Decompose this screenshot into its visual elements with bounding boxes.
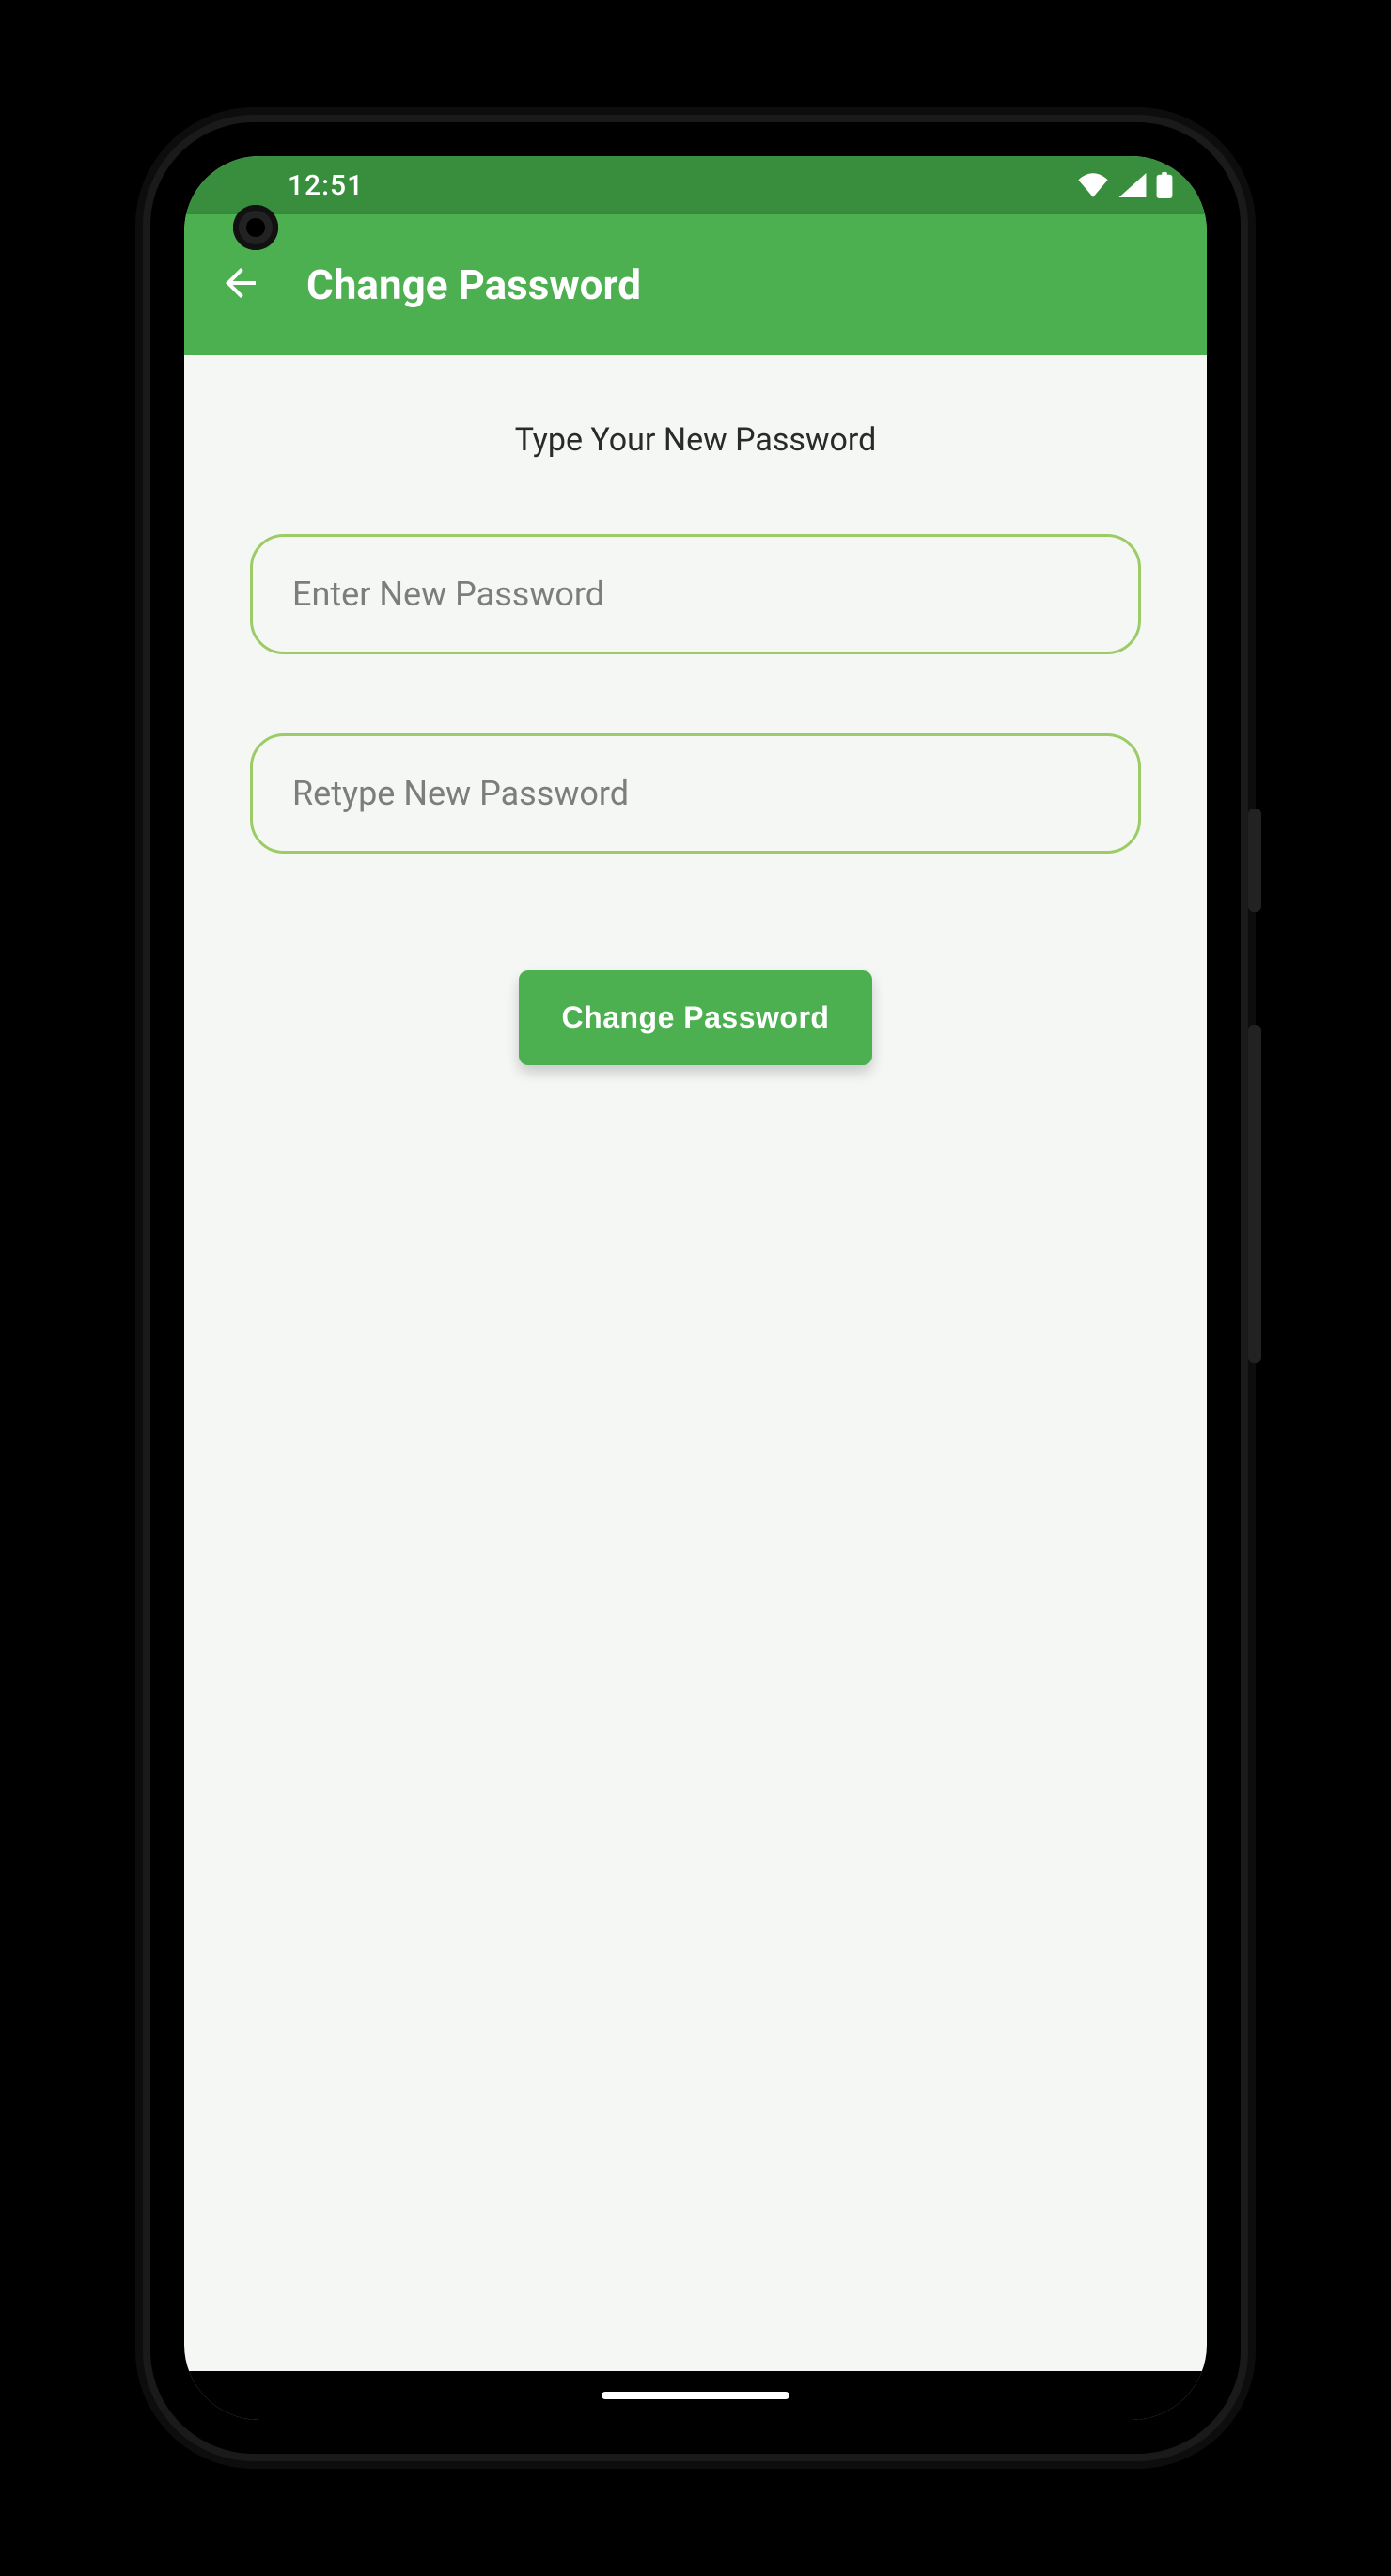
status-bar: 12:51: [184, 156, 1207, 214]
battery-icon: [1156, 172, 1173, 198]
cellular-signal-icon: [1118, 173, 1147, 197]
app-bar: Change Password: [184, 214, 1207, 355]
status-time: 12:51: [288, 169, 364, 202]
change-password-button[interactable]: Change Password: [519, 970, 873, 1065]
app-screen: 12:51 Change Password: [184, 156, 1207, 2420]
wifi-icon: [1077, 173, 1109, 197]
status-icons: [1077, 172, 1173, 198]
page-title: Change Password: [306, 260, 641, 309]
front-camera: [233, 205, 278, 250]
phone-device-frame: 12:51 Change Password: [150, 122, 1241, 2454]
new-password-input[interactable]: [250, 534, 1141, 654]
instruction-text: Type Your New Password: [250, 421, 1141, 459]
retype-password-input[interactable]: [250, 733, 1141, 854]
system-nav-bar: [184, 2371, 1207, 2420]
content-area: Type Your New Password Change Password: [184, 355, 1207, 1065]
volume-button: [1248, 1025, 1261, 1363]
home-indicator[interactable]: [602, 2392, 789, 2399]
arrow-left-icon: [218, 260, 263, 309]
back-button[interactable]: [212, 257, 269, 313]
power-button: [1248, 809, 1261, 912]
